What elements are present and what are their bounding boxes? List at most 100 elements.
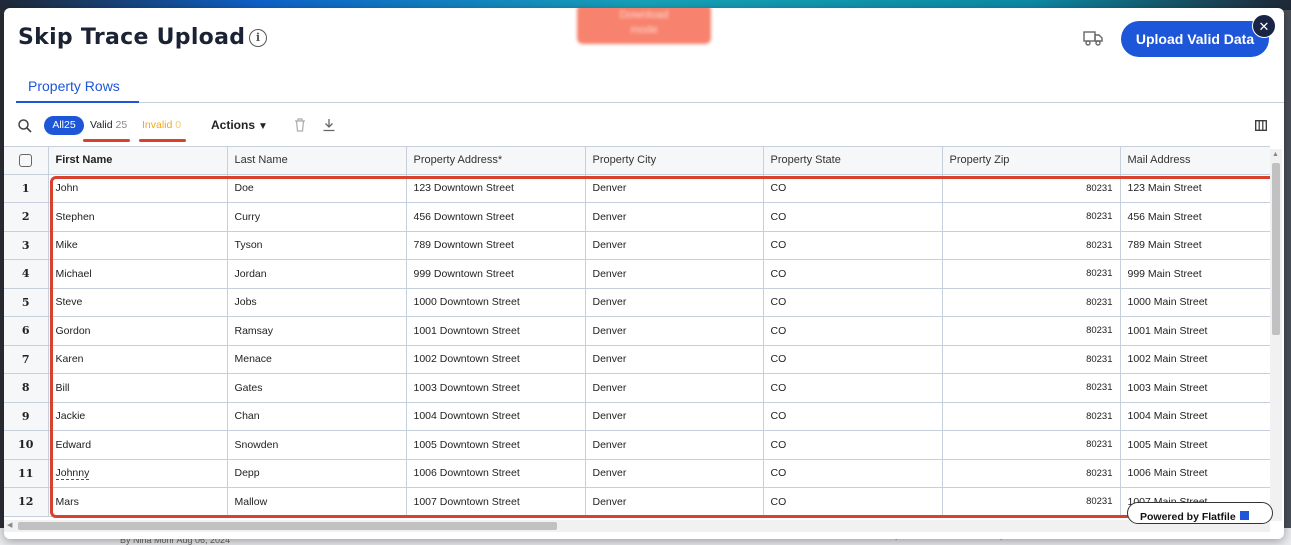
cell-last[interactable]: Jordan <box>227 259 407 289</box>
powered-by-flatfile-badge[interactable]: Powered by Flatfile <box>1127 502 1273 524</box>
cell-last[interactable]: Chan <box>227 402 407 431</box>
table-row[interactable]: 3 Mike Tyson 789 Downtown Street Denver CO 802… <box>4 231 1270 260</box>
table-row[interactable]: 5 Steve Jobs 1000 Downtown Street Denver CO 80… <box>4 288 1270 317</box>
cell-mail[interactable]: 1006 Main Street <box>1120 459 1270 488</box>
cell-last[interactable]: Jobs <box>227 288 407 317</box>
cell-address[interactable]: 1004 Downtown Street <box>406 402 586 431</box>
cell-zip[interactable]: 80231 <box>942 487 1121 517</box>
cell-state[interactable]: CO <box>763 430 943 460</box>
cell-city[interactable]: Denver <box>585 202 764 232</box>
cell-city[interactable]: Denver <box>585 231 764 260</box>
cell-address[interactable]: 1005 Downtown Street <box>406 430 586 460</box>
table-row[interactable]: 1 John Doe 123 Downtown Street Denver CO 80231… <box>4 174 1270 203</box>
scrollbar-thumb[interactable] <box>18 522 557 530</box>
cell-state[interactable]: CO <box>763 174 943 203</box>
cell-first[interactable]: Mike <box>48 231 228 260</box>
cell-state[interactable]: CO <box>763 487 943 517</box>
select-all-checkbox[interactable] <box>4 147 49 175</box>
scroll-left-icon[interactable]: ◀ <box>7 521 12 529</box>
table-row[interactable]: 6 Gordon Ramsay 1001 Downtown Street Denver C… <box>4 316 1270 346</box>
table-row[interactable]: 2 Stephen Curry 456 Downtown Street Denver CO… <box>4 202 1270 232</box>
table-row[interactable]: 11 Johnny Depp 1006 Downtown Street Denver CO… <box>4 459 1270 488</box>
horizontal-scrollbar[interactable]: ◀ <box>4 520 1270 532</box>
cell-last[interactable]: Snowden <box>227 430 407 460</box>
cell-state[interactable]: CO <box>763 202 943 232</box>
cell-city[interactable]: Denver <box>585 459 764 488</box>
cell-zip[interactable]: 80231 <box>942 373 1121 403</box>
cell-last[interactable]: Depp <box>227 459 407 488</box>
cell-zip[interactable]: 80231 <box>942 288 1121 317</box>
cell-last[interactable]: Doe <box>227 174 407 203</box>
cell-state[interactable]: CO <box>763 373 943 403</box>
cell-first[interactable]: Michael <box>48 259 228 289</box>
table-row[interactable]: 7 Karen Menace 1002 Downtown Street Denver CO… <box>4 345 1270 374</box>
cell-first[interactable]: Steve <box>48 288 228 317</box>
cell-last[interactable]: Tyson <box>227 231 407 260</box>
cell-city[interactable]: Denver <box>585 174 764 203</box>
cell-address[interactable]: 999 Downtown Street <box>406 259 586 289</box>
cell-last[interactable]: Ramsay <box>227 316 407 346</box>
filter-all-button[interactable]: All25 <box>44 116 84 135</box>
column-header[interactable]: Property Address* <box>406 147 586 175</box>
tab-property-rows[interactable]: Property Rows <box>28 78 120 94</box>
column-header[interactable]: Last Name <box>227 147 407 175</box>
cell-city[interactable]: Denver <box>585 487 764 517</box>
cell-first[interactable]: Jackie <box>48 402 228 431</box>
cell-first[interactable]: Johnny <box>48 459 228 488</box>
upload-valid-data-button[interactable]: Upload Valid Data <box>1121 21 1269 57</box>
column-header[interactable]: Property State <box>763 147 943 175</box>
cell-last[interactable]: Curry <box>227 202 407 232</box>
download-icon[interactable] <box>322 118 336 132</box>
trash-icon[interactable] <box>294 118 306 132</box>
cell-first[interactable]: John <box>48 174 228 203</box>
cell-state[interactable]: CO <box>763 288 943 317</box>
cell-zip[interactable]: 80231 <box>942 202 1121 232</box>
cell-address[interactable]: 123 Downtown Street <box>406 174 586 203</box>
cell-zip[interactable]: 80231 <box>942 459 1121 488</box>
cell-mail[interactable]: 123 Main Street <box>1120 174 1270 203</box>
cell-zip[interactable]: 80231 <box>942 316 1121 346</box>
cell-state[interactable]: CO <box>763 402 943 431</box>
table-row[interactable]: 4 Michael Jordan 999 Downtown Street Denver C… <box>4 259 1270 289</box>
info-icon[interactable]: i <box>249 29 267 47</box>
cell-address[interactable]: 789 Downtown Street <box>406 231 586 260</box>
cell-city[interactable]: Denver <box>585 430 764 460</box>
cell-state[interactable]: CO <box>763 345 943 374</box>
truck-icon[interactable] <box>1083 30 1103 46</box>
cell-address[interactable]: 1001 Downtown Street <box>406 316 586 346</box>
cell-mail[interactable]: 1004 Main Street <box>1120 402 1270 431</box>
table-row[interactable]: 10 Edward Snowden 1005 Downtown Street Denve… <box>4 430 1270 460</box>
cell-first[interactable]: Bill <box>48 373 228 403</box>
search-icon[interactable] <box>17 118 33 134</box>
cell-first[interactable]: Mars <box>48 487 228 517</box>
cell-mail[interactable]: 1001 Main Street <box>1120 316 1270 346</box>
table-row[interactable]: 9 Jackie Chan 1004 Downtown Street Denver CO 8… <box>4 402 1270 431</box>
column-header[interactable]: Property Zip <box>942 147 1121 175</box>
cell-zip[interactable]: 80231 <box>942 430 1121 460</box>
cell-first[interactable]: Karen <box>48 345 228 374</box>
cell-address[interactable]: 456 Downtown Street <box>406 202 586 232</box>
cell-city[interactable]: Denver <box>585 402 764 431</box>
column-header[interactable]: Mail Address <box>1120 147 1270 175</box>
cell-first[interactable]: Stephen <box>48 202 228 232</box>
cell-city[interactable]: Denver <box>585 345 764 374</box>
table-row[interactable]: 12 Mars Mallow 1007 Downtown Street Denver CO… <box>4 487 1270 517</box>
cell-mail[interactable]: 456 Main Street <box>1120 202 1270 232</box>
actions-dropdown[interactable]: Actions ▼ <box>211 118 268 132</box>
cell-mail[interactable]: 1000 Main Street <box>1120 288 1270 317</box>
cell-address[interactable]: 1002 Downtown Street <box>406 345 586 374</box>
cell-state[interactable]: CO <box>763 259 943 289</box>
cell-address[interactable]: 1007 Downtown Street <box>406 487 586 517</box>
cell-zip[interactable]: 80231 <box>942 259 1121 289</box>
cell-mail[interactable]: 1005 Main Street <box>1120 430 1270 460</box>
cell-city[interactable]: Denver <box>585 373 764 403</box>
cell-last[interactable]: Gates <box>227 373 407 403</box>
cell-zip[interactable]: 80231 <box>942 174 1121 203</box>
cell-state[interactable]: CO <box>763 231 943 260</box>
column-header[interactable]: Property City <box>585 147 764 175</box>
scrollbar-thumb[interactable] <box>1272 163 1280 335</box>
filter-valid-button[interactable]: Valid 25 <box>90 119 127 131</box>
cell-first[interactable]: Edward <box>48 430 228 460</box>
cell-city[interactable]: Denver <box>585 316 764 346</box>
cell-zip[interactable]: 80231 <box>942 402 1121 431</box>
